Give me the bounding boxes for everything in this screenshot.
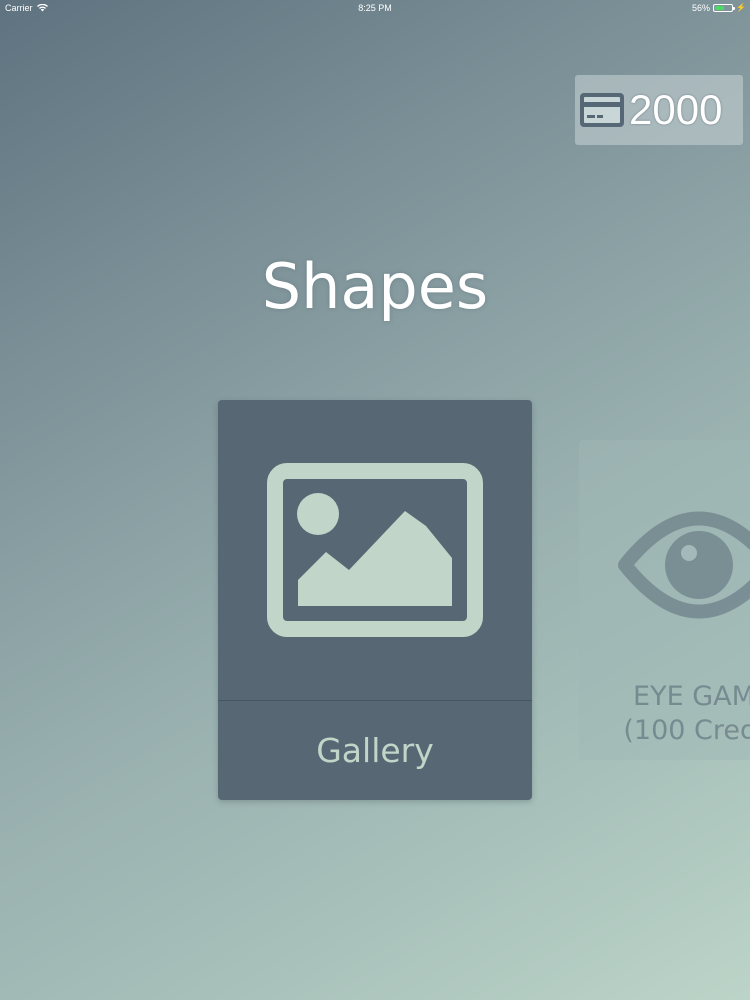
gallery-label: Gallery: [316, 731, 434, 770]
page-title: Shapes: [261, 250, 489, 323]
eye-icon: [579, 440, 750, 680]
eye-game-price: (100 Credi: [623, 715, 750, 746]
status-battery-group: 56% ⚡: [692, 3, 746, 13]
credits-display[interactable]: 2000: [575, 75, 743, 145]
battery-percent: 56%: [692, 3, 711, 13]
credit-card-icon: [579, 92, 625, 128]
image-gallery-icon: [218, 400, 532, 700]
battery-icon: [713, 4, 736, 12]
credits-value: 2000: [629, 86, 723, 133]
charging-icon: ⚡: [736, 3, 746, 12]
eye-game-card[interactable]: EYE GAM (100 Credi: [579, 440, 750, 760]
eye-game-label: EYE GAM (100 Credi: [579, 680, 750, 748]
battery-fill: [715, 6, 724, 10]
status-time: 8:25 PM: [358, 3, 392, 13]
status-bar: Carrier 8:25 PM 56% ⚡: [0, 0, 750, 16]
gallery-card[interactable]: Gallery: [218, 400, 532, 800]
eye-game-title: EYE GAM: [633, 681, 750, 712]
